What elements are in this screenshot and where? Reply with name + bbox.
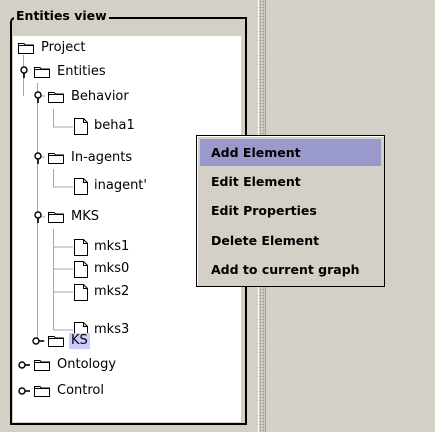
tree-label-ontology[interactable]: Ontology bbox=[55, 357, 118, 373]
key-handle-expanded-icon[interactable] bbox=[32, 152, 44, 164]
context-menu: Add Element Edit Element Edit Properties… bbox=[196, 135, 385, 287]
menu-item-edit-properties[interactable]: Edit Properties bbox=[200, 197, 381, 224]
document-icon bbox=[74, 260, 88, 278]
panel-title: Entities view bbox=[14, 8, 109, 24]
tree-node-ontology[interactable]: Ontology bbox=[18, 354, 118, 376]
tree-label-entities[interactable]: Entities bbox=[55, 64, 108, 80]
folder-icon bbox=[34, 386, 50, 397]
tree-node-behavior[interactable]: Behavior bbox=[32, 86, 131, 108]
key-handle-expanded-icon[interactable] bbox=[18, 66, 30, 78]
tree-node-ks[interactable]: KS bbox=[32, 330, 90, 352]
tree-node-inagent[interactable]: inagent' bbox=[74, 175, 149, 197]
folder-icon bbox=[48, 153, 64, 164]
tree-node-mks1[interactable]: mks1 bbox=[74, 236, 131, 258]
document-icon bbox=[74, 238, 88, 256]
key-handle-expanded-icon[interactable] bbox=[32, 91, 44, 103]
key-handle-collapsed-icon[interactable] bbox=[18, 359, 30, 371]
tree-label-inagent[interactable]: inagent' bbox=[92, 178, 149, 194]
tree-label-mks[interactable]: MKS bbox=[69, 209, 101, 225]
tree-label-control[interactable]: Control bbox=[55, 383, 106, 399]
menu-item-add-element[interactable]: Add Element bbox=[200, 139, 381, 166]
folder-icon bbox=[18, 43, 34, 54]
tree-label-beha1[interactable]: beha1 bbox=[92, 118, 137, 134]
tree-node-mks2[interactable]: mks2 bbox=[74, 281, 131, 303]
tree-node-mks[interactable]: MKS bbox=[32, 206, 101, 228]
tree-node-control[interactable]: Control bbox=[18, 380, 106, 402]
document-icon bbox=[74, 283, 88, 301]
menu-item-delete-element[interactable]: Delete Element bbox=[200, 227, 381, 254]
tree-label-behavior[interactable]: Behavior bbox=[69, 89, 131, 105]
tree-label-in-agents[interactable]: In-agents bbox=[69, 150, 134, 166]
folder-icon bbox=[48, 336, 64, 347]
key-handle-collapsed-icon[interactable] bbox=[18, 385, 30, 397]
folder-icon bbox=[34, 360, 50, 371]
document-icon bbox=[74, 177, 88, 195]
tree-label-mks1[interactable]: mks1 bbox=[92, 239, 131, 255]
tree-label-mks2[interactable]: mks2 bbox=[92, 284, 131, 300]
key-handle-expanded-icon[interactable] bbox=[32, 211, 44, 223]
folder-icon bbox=[48, 212, 64, 223]
folder-icon bbox=[34, 67, 50, 78]
menu-item-edit-element[interactable]: Edit Element bbox=[200, 168, 381, 195]
key-handle-collapsed-icon[interactable] bbox=[32, 335, 44, 347]
tree-node-mks0[interactable]: mks0 bbox=[74, 258, 131, 280]
document-icon bbox=[74, 117, 88, 135]
tree-node-project[interactable]: Project bbox=[18, 37, 87, 59]
tree-node-entities[interactable]: Entities bbox=[18, 61, 108, 83]
menu-item-add-to-current-graph[interactable]: Add to current graph bbox=[200, 256, 381, 283]
tree-label-project[interactable]: Project bbox=[39, 40, 87, 56]
tree-label-mks3[interactable]: mks3 bbox=[92, 322, 131, 338]
tree-node-in-agents[interactable]: In-agents bbox=[32, 147, 134, 169]
tree-label-ks[interactable]: KS bbox=[69, 333, 90, 349]
tree-node-beha1[interactable]: beha1 bbox=[74, 115, 137, 137]
folder-icon bbox=[48, 92, 64, 103]
tree-label-mks0[interactable]: mks0 bbox=[92, 261, 131, 277]
